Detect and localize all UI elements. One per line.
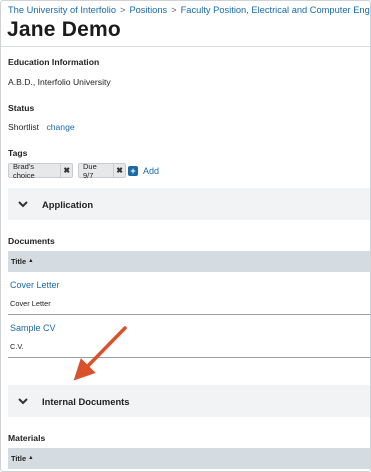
column-header-title[interactable]: Title xyxy=(11,454,26,463)
materials-table-header: Title ▲ xyxy=(8,448,370,469)
section-internal-documents[interactable]: Internal Documents xyxy=(8,385,370,417)
materials-label: Materials xyxy=(8,433,46,443)
chevron-down-icon xyxy=(16,397,30,405)
page-frame: The University of Interfolio > Positions > F… xyxy=(0,0,371,472)
section-title: Internal Documents xyxy=(42,395,130,407)
sort-up-icon[interactable]: ▲ xyxy=(28,455,33,461)
